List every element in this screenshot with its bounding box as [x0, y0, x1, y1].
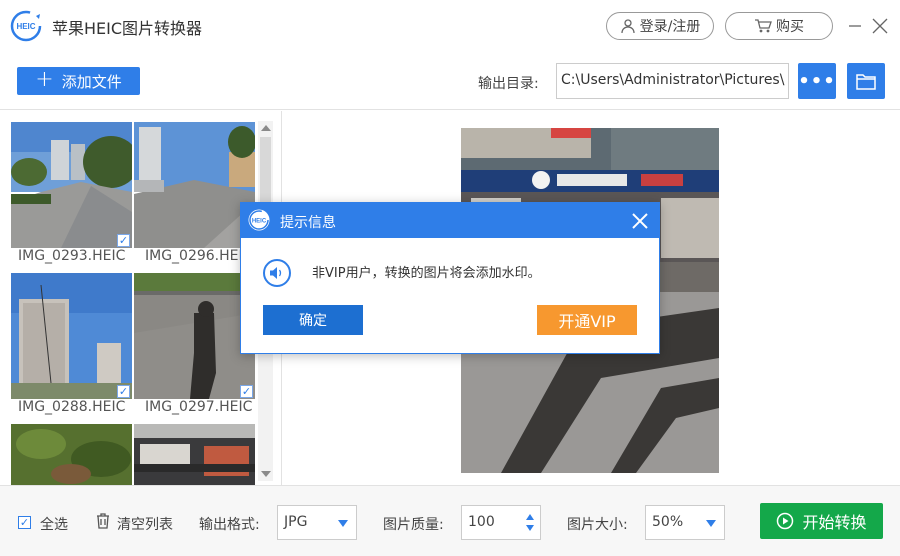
increment-icon[interactable] — [526, 514, 534, 520]
clear-list-button[interactable]: 清空列表 — [117, 514, 173, 534]
plus-icon: + — [35, 67, 54, 92]
dialog-close-button[interactable] — [629, 210, 651, 232]
close-icon — [872, 18, 888, 34]
heic-logo-icon: HEIC — [248, 209, 270, 231]
vip-notice-dialog: HEIC 提示信息 非VIP用户，转换的图片将会添加水印。 确定 开通VIP — [240, 202, 660, 354]
photo-pavement-image — [134, 273, 255, 399]
photo-street-image — [11, 122, 132, 248]
chevron-down-icon — [706, 520, 716, 527]
image-size-label: 图片大小: — [567, 517, 628, 533]
minimize-button[interactable] — [843, 14, 867, 38]
more-icon: ••• — [798, 70, 836, 92]
file-name: IMG_0296.HEIC — [145, 248, 253, 264]
file-checkbox[interactable]: ✓ — [117, 234, 130, 247]
image-size-select[interactable]: 50% — [645, 505, 725, 540]
cart-icon — [755, 19, 772, 33]
add-file-button[interactable]: + 添加文件 — [17, 67, 140, 95]
dialog-logo-text: HEIC — [252, 219, 267, 225]
close-window-button[interactable] — [868, 14, 892, 38]
trash-icon[interactable] — [96, 513, 110, 529]
app-title: 苹果HEIC图片转换器 — [52, 19, 203, 38]
image-quality-value: 100 — [468, 514, 495, 530]
decrement-icon[interactable] — [526, 525, 534, 531]
minimize-icon — [849, 25, 861, 27]
photo-mall-image — [134, 424, 255, 485]
dialog-title: 提示信息 — [280, 215, 336, 231]
file-thumbnail[interactable]: ✓ — [11, 122, 132, 248]
user-icon — [620, 19, 635, 34]
confirm-button[interactable]: 确定 — [263, 305, 363, 335]
buy-label: 购买 — [776, 19, 804, 35]
folder-icon — [856, 74, 876, 90]
file-name: IMG_0293.HEIC — [18, 248, 126, 264]
login-label: 登录/注册 — [639, 19, 701, 35]
output-format-value: JPG — [284, 514, 308, 530]
add-file-label: 添加文件 — [61, 72, 122, 91]
activate-vip-button[interactable]: 开通VIP — [537, 305, 637, 335]
image-quality-label: 图片质量: — [383, 517, 444, 533]
file-checkbox[interactable]: ✓ — [240, 385, 253, 398]
file-thumbnail[interactable]: ✓ — [134, 122, 255, 248]
chevron-down-icon — [338, 520, 348, 527]
image-size-value: 50% — [652, 514, 684, 530]
select-all-checkbox[interactable]: ✓ — [18, 516, 31, 529]
output-format-label: 输出格式: — [199, 517, 260, 533]
speaker-icon — [263, 259, 291, 287]
toolbar: + 添加文件 输出目录: C:\Users\Administrator\Pict… — [0, 52, 900, 110]
file-checkbox[interactable]: ✓ — [117, 385, 130, 398]
login-button[interactable]: 登录/注册 — [606, 12, 714, 40]
start-convert-button[interactable]: 开始转换 — [760, 503, 883, 539]
output-format-select[interactable]: JPG — [277, 505, 357, 540]
browse-more-button[interactable]: ••• — [798, 63, 836, 99]
select-all-label[interactable]: 全选 — [40, 514, 68, 534]
bottom-bar: ✓ 全选 清空列表 输出格式: JPG 图片质量: 100 图片大小: 50% … — [0, 485, 900, 556]
photo-road-image — [134, 122, 255, 248]
dialog-message: 非VIP用户，转换的图片将会添加水印。 — [312, 266, 541, 281]
open-folder-button[interactable] — [847, 63, 885, 99]
close-icon — [632, 213, 648, 229]
file-thumbnail[interactable] — [134, 424, 255, 485]
start-convert-label: 开始转换 — [802, 513, 867, 532]
image-quality-stepper[interactable]: 100 — [461, 505, 541, 540]
logo-text: HEIC — [16, 22, 35, 31]
output-dir-field[interactable]: C:\Users\Administrator\Pictures\ — [556, 63, 789, 99]
dialog-header: HEIC 提示信息 — [241, 203, 659, 238]
file-name: IMG_0288.HEIC — [18, 399, 126, 415]
file-name: IMG_0297.HEIC — [145, 399, 253, 415]
file-thumbnail[interactable]: ✓ — [134, 273, 255, 399]
scroll-up-icon[interactable] — [261, 125, 271, 131]
file-thumbnail[interactable]: ✓ — [11, 273, 132, 399]
play-icon — [777, 512, 794, 530]
buy-button[interactable]: 购买 — [725, 12, 833, 40]
photo-building-image — [11, 273, 132, 399]
photo-foliage-image — [11, 424, 132, 485]
file-thumbnail[interactable] — [11, 424, 132, 485]
output-dir-label: 输出目录: — [478, 76, 539, 92]
heic-logo-icon: HEIC — [10, 10, 42, 42]
title-bar: HEIC 苹果HEIC图片转换器 登录/注册 购买 — [0, 0, 900, 52]
scroll-down-icon[interactable] — [261, 471, 271, 477]
